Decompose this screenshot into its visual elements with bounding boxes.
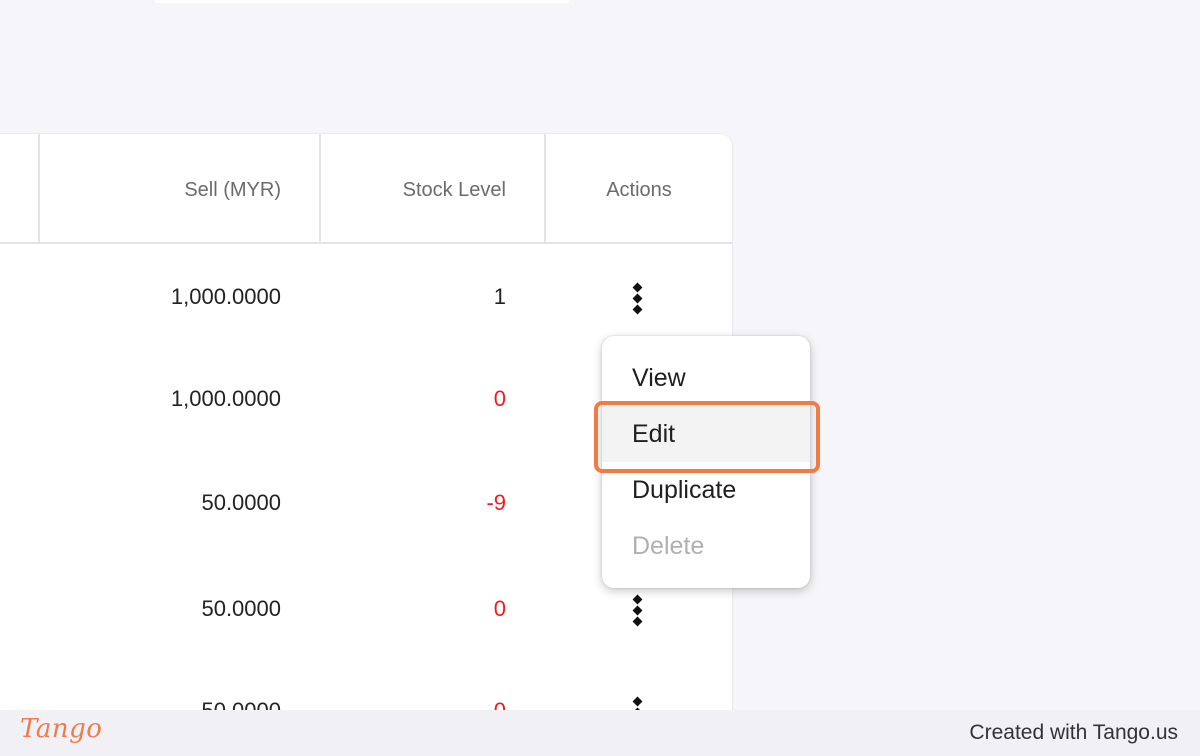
tango-logo: Tango	[20, 714, 103, 744]
menu-item-delete: Delete	[632, 532, 705, 560]
sell-price-cell: 1,000.0000	[170, 284, 281, 309]
footer-credit: Created with Tango.us	[969, 721, 1178, 744]
stock-level-cell: 0	[493, 386, 506, 411]
menu-item-view[interactable]: View	[602, 350, 810, 406]
row-actions-kebab-icon[interactable]	[628, 282, 648, 316]
row-actions-kebab-icon[interactable]	[628, 594, 648, 628]
sell-price-cell: 50.0000	[201, 490, 281, 515]
column-header-stock-level[interactable]: Stock Level	[321, 134, 506, 242]
footer-bar: Tango Created with Tango.us	[0, 710, 1200, 756]
stock-level-cell: -9	[486, 490, 506, 515]
table-row: 1,000.0000 1	[0, 244, 732, 350]
menu-item-edit[interactable]: Edit	[602, 406, 810, 462]
menu-item-duplicate[interactable]: Duplicate	[602, 462, 810, 518]
column-header-sell[interactable]: Sell (MYR)	[40, 134, 281, 242]
sell-price-cell: 1,000.0000	[170, 386, 281, 411]
table-header: Sell (MYR) Stock Level Actions	[0, 134, 732, 244]
stock-level-cell: 1	[493, 284, 506, 309]
column-header-actions: Actions	[606, 179, 672, 201]
row-actions-menu: View Edit Duplicate Delete	[602, 336, 810, 588]
top-panel-edge	[155, 0, 570, 3]
stock-level-cell: 0	[493, 596, 506, 621]
sell-price-cell: 50.0000	[201, 596, 281, 621]
